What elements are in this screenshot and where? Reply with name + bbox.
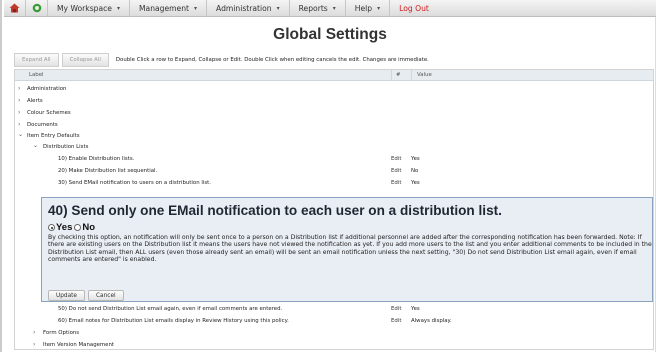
expand-toggle-icon[interactable]: › <box>33 329 35 336</box>
menu-administration[interactable]: Administration ▾ <box>207 0 290 17</box>
edit-link[interactable]: Edit <box>391 318 401 324</box>
edit-link[interactable]: Edit <box>391 156 401 162</box>
menu-my-workspace-label: My Workspace <box>57 3 112 13</box>
tree-row-label: Item Version Management <box>43 342 115 348</box>
column-header-value[interactable]: Value <box>411 70 432 81</box>
tree-row-colour-schemes[interactable]: › Colour Schemes <box>15 108 653 118</box>
tree-row-documents[interactable]: › Documents <box>15 120 653 130</box>
no-radio[interactable] <box>74 224 82 231</box>
editor-title: 40) Send only one EMail notification to … <box>48 203 502 218</box>
menu-help-label: Help <box>354 3 373 13</box>
collapse-toggle-icon[interactable]: ⌄ <box>33 142 38 149</box>
menu-administration-label: Administration <box>216 3 272 13</box>
setting-value: Always display. <box>411 318 452 324</box>
menu-reports[interactable]: Reports ▾ <box>290 0 346 17</box>
tree-row-label: Form Options <box>43 330 80 336</box>
tree-row-administration[interactable]: › Administration <box>15 84 653 94</box>
chevron-down-icon: ▾ <box>116 4 120 12</box>
no-radio-label[interactable]: No <box>82 222 95 233</box>
edit-link[interactable]: Edit <box>391 306 401 312</box>
expand-toggle-icon[interactable]: › <box>18 121 20 128</box>
setting-value: Yes <box>411 180 420 186</box>
editor-description: By checking this option, an notification… <box>48 234 652 263</box>
tree-row-alerts[interactable]: › Alerts <box>15 96 653 106</box>
tree-row-label: Distribution Lists <box>43 144 89 150</box>
menu-management[interactable]: Management ▾ <box>130 0 208 17</box>
tree-row-item-entry-defaults[interactable]: ⌄ Item Entry Defaults <box>15 131 653 141</box>
edit-link[interactable]: Edit <box>391 168 401 174</box>
tree-row-item-version-management[interactable]: › Item Version Management <box>15 340 653 350</box>
tree-row-label: Administration <box>27 86 67 92</box>
chevron-down-icon: ▾ <box>276 4 280 12</box>
setting-value: No <box>411 168 419 174</box>
edit-link[interactable]: Edit <box>391 180 401 186</box>
expand-all-button[interactable]: Expand All <box>14 53 59 67</box>
page-title: Global Settings <box>273 26 387 43</box>
app-frame: My Workspace ▾ Management ▾ Administrati… <box>0 0 656 352</box>
yes-no-radio-group: Yes No <box>48 222 646 233</box>
refresh-icon[interactable] <box>26 0 48 17</box>
setting-value: Yes <box>411 306 420 312</box>
menu-my-workspace[interactable]: My Workspace ▾ <box>48 0 130 17</box>
grid-toolbar: Expand All Collapse All Double Click a r… <box>14 53 654 67</box>
setting-row-50[interactable]: 50) Do not send Distribution List email … <box>15 304 653 314</box>
editor-buttons: Update Cancel <box>48 290 127 301</box>
toolbar-help-text: Double Click a row to Expand, Collapse o… <box>115 57 429 63</box>
yes-radio-label[interactable]: Yes <box>56 222 72 233</box>
setting-row-60[interactable]: 60) Email notes for Distribution List em… <box>15 316 653 326</box>
top-nav: My Workspace ▾ Management ▾ Administrati… <box>4 0 656 17</box>
column-header-num[interactable]: # <box>391 70 401 81</box>
setting-value: Yes <box>411 156 420 162</box>
menu-reports-label: Reports <box>298 3 328 13</box>
setting-label: 50) Do not send Distribution List email … <box>58 306 283 312</box>
expand-toggle-icon[interactable]: › <box>18 109 20 116</box>
setting-editor-panel: 40) Send only one EMail notification to … <box>41 197 653 302</box>
yes-radio[interactable] <box>48 224 55 231</box>
menu-help[interactable]: Help ▾ <box>346 0 391 17</box>
setting-row-30[interactable]: 30) Send EMail notification to users on … <box>15 178 653 188</box>
tree-row-label: Item Entry Defaults <box>27 133 80 139</box>
tree-row-distribution-lists[interactable]: ⌄ Distribution Lists <box>15 142 653 152</box>
cancel-button[interactable]: Cancel <box>88 290 124 301</box>
tree-row-form-options[interactable]: › Form Options <box>15 328 653 338</box>
collapse-toggle-icon[interactable]: ⌄ <box>18 131 23 138</box>
grid-header: Label # Value <box>15 70 653 81</box>
expand-toggle-icon[interactable]: › <box>33 341 35 348</box>
setting-label: 60) Email notes for Distribution List em… <box>58 318 289 324</box>
collapse-all-button[interactable]: Collapse All <box>61 53 109 67</box>
chevron-down-icon: ▾ <box>332 4 336 12</box>
update-button[interactable]: Update <box>48 290 85 301</box>
tree-row-label: Colour Schemes <box>27 110 71 116</box>
chevron-down-icon: ▾ <box>194 4 198 12</box>
setting-label: 30) Send EMail notification to users on … <box>58 180 211 186</box>
setting-label: 10) Enable Distribution lists. <box>58 156 135 162</box>
setting-row-10[interactable]: 10) Enable Distribution lists. Edit Yes <box>15 154 653 164</box>
logout-link[interactable]: Log Out <box>390 0 438 17</box>
settings-grid: Label # Value › Administration › Alerts … <box>14 69 654 350</box>
menu-management-label: Management <box>138 3 190 13</box>
expand-toggle-icon[interactable]: › <box>18 97 20 104</box>
setting-label: 20) Make Distribution list sequential. <box>58 168 158 174</box>
tree-row-label: Alerts <box>27 98 43 104</box>
tree-row-label: Documents <box>27 122 58 128</box>
column-header-label[interactable]: Label <box>29 72 44 78</box>
setting-row-20[interactable]: 20) Make Distribution list sequential. E… <box>15 166 653 176</box>
expand-toggle-icon[interactable]: › <box>18 85 20 92</box>
home-icon[interactable] <box>4 0 26 17</box>
chevron-down-icon: ▾ <box>377 4 381 12</box>
